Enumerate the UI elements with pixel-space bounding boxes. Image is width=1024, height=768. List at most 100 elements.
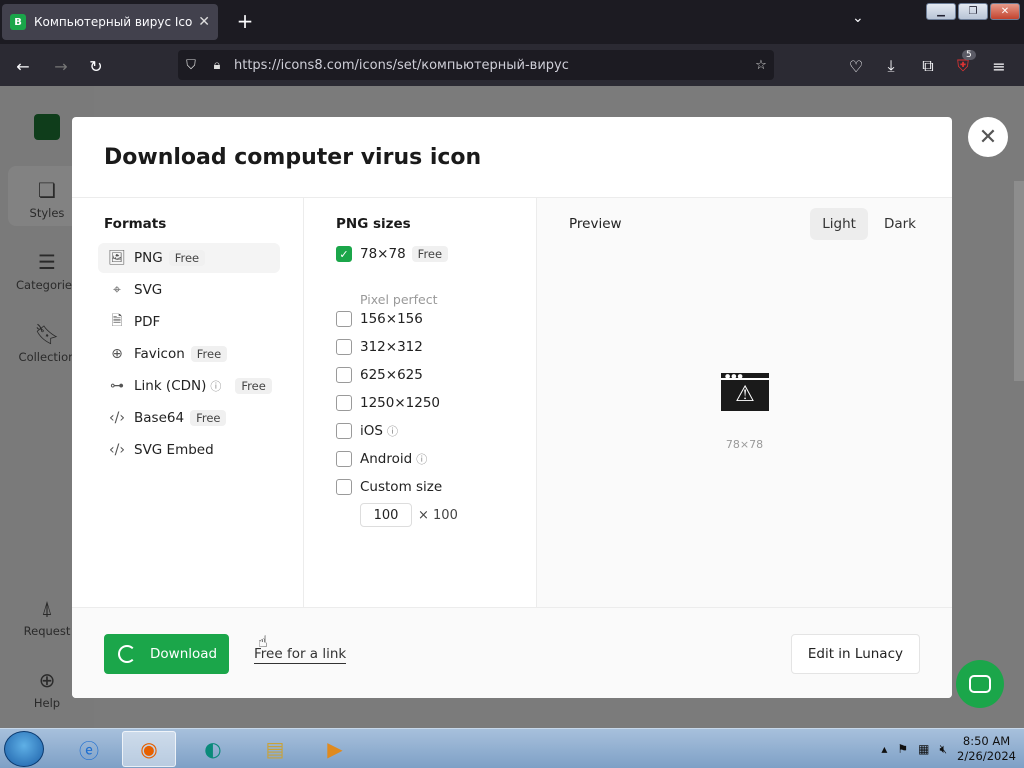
list-tabs-button[interactable]: ⌄ bbox=[852, 10, 864, 26]
format-base64[interactable]: ‹/› Base64 Free bbox=[98, 403, 280, 433]
firefox-icon[interactable]: ◉ bbox=[122, 731, 176, 767]
checkbox-checked[interactable]: ✓ bbox=[336, 246, 352, 262]
download-modal: Download computer virus icon Formats 🖼︎ … bbox=[72, 117, 952, 698]
volume-muted-icon[interactable]: 🔇︎ bbox=[939, 742, 947, 757]
size-option-156[interactable]: 156×156 bbox=[336, 308, 423, 330]
media-player-icon[interactable]: ▶ bbox=[308, 731, 362, 767]
vector-icon: ⌖ bbox=[113, 282, 121, 298]
size-label: 156×156 bbox=[360, 311, 423, 327]
custom-width-input[interactable]: 100 bbox=[360, 503, 412, 527]
show-hidden-icons-icon[interactable]: ▴ bbox=[881, 742, 887, 756]
extensions-icon[interactable]: ⧉ bbox=[917, 55, 939, 77]
sidebar-item-label: Collection bbox=[18, 350, 76, 364]
checkbox[interactable] bbox=[336, 311, 352, 327]
size-option-312[interactable]: 312×312 bbox=[336, 336, 423, 358]
size-option-android[interactable]: Android ⓘ bbox=[336, 448, 427, 470]
download-label: Download bbox=[150, 646, 218, 662]
browser-nav-bar: ← → ↻ ⛉ 🔒︎ https://icons8.com/icons/set/… bbox=[0, 44, 1024, 86]
minimize-button[interactable]: ▁ bbox=[926, 3, 956, 20]
format-label: PNG bbox=[134, 250, 163, 266]
menu-icon[interactable]: ≡ bbox=[988, 55, 1010, 77]
size-option-ios[interactable]: iOS ⓘ bbox=[336, 420, 398, 442]
chat-icon bbox=[969, 675, 991, 693]
format-label: Favicon bbox=[134, 346, 185, 362]
info-icon[interactable]: ⓘ bbox=[387, 423, 398, 439]
back-icon[interactable]: ← bbox=[12, 55, 34, 77]
network-icon[interactable]: ▦ bbox=[918, 742, 929, 756]
theme-toggle: Light Dark bbox=[810, 208, 928, 240]
sidebar-item-label: Help bbox=[33, 696, 61, 710]
extension-badge: 5 bbox=[962, 50, 976, 60]
size-label: 625×625 bbox=[360, 367, 423, 383]
computer-virus-icon: ●●● ⚠︎ bbox=[721, 373, 769, 411]
start-button[interactable] bbox=[4, 731, 44, 767]
link-icon: ⊶ bbox=[110, 378, 124, 394]
preview-heading: Preview bbox=[569, 216, 622, 232]
address-bar[interactable]: ⛉ 🔒︎ https://icons8.com/icons/set/компью… bbox=[178, 50, 774, 80]
clock-time: 8:50 AM bbox=[962, 734, 1011, 748]
checkbox[interactable] bbox=[336, 339, 352, 355]
site-favicon-icon: B bbox=[10, 14, 26, 30]
format-pdf[interactable]: 🗎︎ PDF bbox=[98, 307, 280, 337]
pdf-icon: 🗎︎ bbox=[111, 313, 123, 329]
free-for-link-button[interactable]: Free for a link bbox=[254, 646, 347, 664]
close-window-button[interactable]: ✕ bbox=[990, 3, 1020, 20]
maximize-button[interactable]: ❐ bbox=[958, 3, 988, 20]
modal-title: Download computer virus icon bbox=[104, 145, 482, 170]
sizes-heading: PNG sizes bbox=[336, 216, 411, 232]
format-svg[interactable]: ⌖ SVG bbox=[98, 275, 280, 305]
tab-title: Компьютерный вирус Icons, L bbox=[34, 15, 193, 29]
format-label: SVG bbox=[134, 282, 163, 298]
format-link-cdn[interactable]: ⊶ Link (CDN) ⓘ Free bbox=[98, 371, 280, 401]
app-icon[interactable]: ◐ bbox=[186, 731, 240, 767]
sizes-column: PNG sizes ✓ 78×78 Free Pixel perfect 156… bbox=[304, 198, 537, 607]
reload-icon[interactable]: ↻ bbox=[85, 55, 107, 77]
downloads-icon[interactable]: ⤓ bbox=[880, 55, 902, 77]
pixel-perfect-note: Pixel perfect bbox=[360, 292, 438, 307]
format-svg-embed[interactable]: ‹/› SVG Embed bbox=[98, 435, 280, 465]
code-icon: ‹/› bbox=[109, 442, 125, 458]
size-option-625[interactable]: 625×625 bbox=[336, 364, 423, 386]
checkbox[interactable] bbox=[336, 367, 352, 383]
page-scrollbar[interactable] bbox=[1014, 181, 1024, 381]
info-icon[interactable]: ⓘ bbox=[210, 378, 221, 394]
url-text[interactable]: https://icons8.com/icons/set/компьютерны… bbox=[230, 58, 748, 73]
close-modal-button[interactable]: ✕ bbox=[968, 117, 1008, 157]
file-explorer-icon[interactable]: ▤ bbox=[248, 731, 302, 767]
flag-icon[interactable]: ⚑ bbox=[897, 742, 908, 756]
edit-in-lunacy-button[interactable]: Edit in Lunacy bbox=[790, 634, 920, 674]
checkbox[interactable] bbox=[336, 451, 352, 467]
size-option-78[interactable]: ✓ 78×78 Free bbox=[336, 243, 449, 265]
free-badge: Free bbox=[190, 410, 227, 426]
theme-dark-button[interactable]: Dark bbox=[872, 208, 928, 240]
checkbox[interactable] bbox=[336, 395, 352, 411]
info-icon[interactable]: ⓘ bbox=[416, 451, 427, 467]
format-favicon[interactable]: ⊕ Favicon Free bbox=[98, 339, 280, 369]
browser-tab[interactable]: B Компьютерный вирус Icons, L ✕ bbox=[2, 4, 218, 40]
format-png[interactable]: 🖼︎ PNG Free bbox=[98, 243, 280, 273]
new-tab-button[interactable]: + bbox=[232, 8, 258, 34]
lock-icon[interactable]: 🔒︎ bbox=[204, 58, 230, 73]
sidebar-item-label: Request bbox=[23, 624, 71, 638]
size-option-custom[interactable]: Custom size bbox=[336, 476, 442, 498]
icons8-logo[interactable] bbox=[34, 114, 60, 140]
forward-icon[interactable]: → bbox=[50, 55, 72, 77]
bookmark-star-icon[interactable]: ☆ bbox=[748, 58, 774, 73]
checkbox[interactable] bbox=[336, 479, 352, 495]
size-option-1250[interactable]: 1250×1250 bbox=[336, 392, 440, 414]
theme-light-button[interactable]: Light bbox=[810, 208, 868, 240]
checkbox[interactable] bbox=[336, 423, 352, 439]
free-badge: Free bbox=[235, 378, 272, 394]
download-button[interactable]: Download bbox=[104, 634, 229, 674]
clock[interactable]: 8:50 AM 2/26/2024 bbox=[957, 734, 1016, 764]
close-tab-icon[interactable]: ✕ bbox=[198, 14, 210, 30]
image-icon: 🖼︎ bbox=[108, 250, 126, 266]
mouse-cursor-icon: ☝ bbox=[258, 632, 268, 651]
size-label: Android bbox=[360, 451, 413, 467]
tracking-shield-icon[interactable]: ⛉ bbox=[178, 58, 204, 73]
internet-explorer-icon[interactable]: ⓔ bbox=[62, 731, 116, 767]
code-icon: ‹/› bbox=[109, 410, 125, 426]
chat-support-button[interactable] bbox=[956, 660, 1004, 708]
pocket-icon[interactable]: ♡ bbox=[845, 55, 867, 77]
clock-date: 2/26/2024 bbox=[957, 749, 1016, 763]
